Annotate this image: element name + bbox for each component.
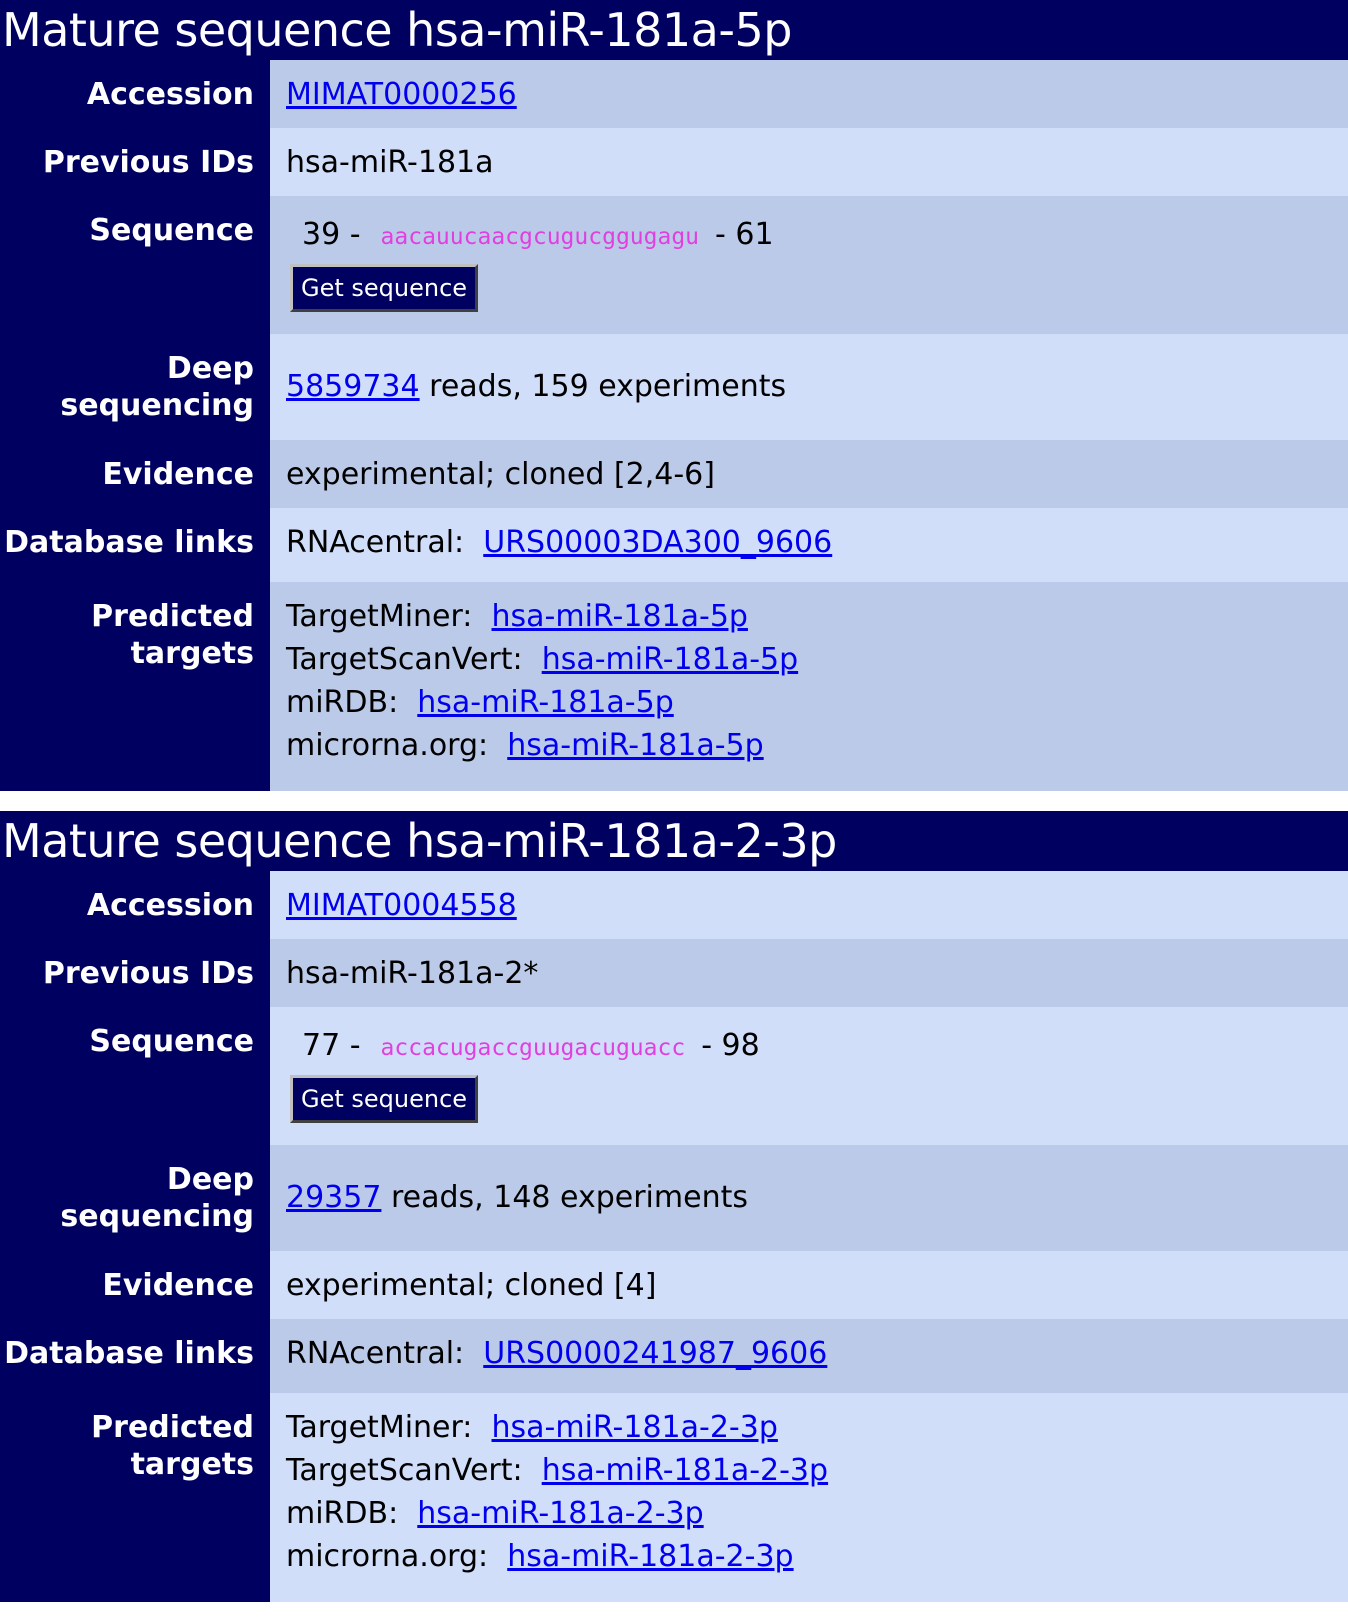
rnacentral-link[interactable]: URS00003DA300_9606 [483, 525, 832, 560]
mirdb-link[interactable]: hsa-miR-181a-5p [417, 685, 673, 720]
previous-ids-label: Previous IDs [0, 939, 270, 1007]
sequence-row: Sequence 39 - aacauucaacgcugucggugagu - 61… [0, 196, 1348, 334]
database-links-row: Database links RNAcentral: URS00003DA300… [0, 508, 1348, 582]
target-item: TargetScanVert: hsa-miR-181a-5p [286, 642, 799, 677]
accession-label: Accession [0, 60, 270, 128]
previous-ids-value: hsa-miR-181a-2* [270, 939, 1348, 1007]
evidence-row: Evidence experimental; cloned [2,4-6] [0, 440, 1348, 508]
mature-sequence-section-2: Mature sequence hsa-miR-181a-2-3p Access… [0, 811, 1348, 1602]
evidence-value: experimental; cloned [2,4-6] [270, 440, 1348, 508]
microrna-org-link[interactable]: hsa-miR-181a-2-3p [507, 1539, 793, 1574]
sequence-text: accacugaccguugacuguacc [380, 1035, 686, 1061]
deep-sequencing-reads-link[interactable]: 29357 [286, 1180, 381, 1215]
sequence-text: aacauucaacgcugucggugagu [380, 224, 700, 250]
targetminer-link[interactable]: hsa-miR-181a-2-3p [492, 1410, 778, 1445]
previous-ids-row: Previous IDs hsa-miR-181a-2* [0, 939, 1348, 1007]
target-item: miRDB: hsa-miR-181a-2-3p [286, 1496, 704, 1531]
rnacentral-label: RNAcentral: [286, 1336, 465, 1371]
sequence-end: - 98 [701, 1028, 760, 1063]
sequence-start: 39 - [302, 217, 361, 252]
sequence-row: Sequence 77 - accacugaccguugacuguacc - 98 … [0, 1007, 1348, 1145]
target-item: TargetMiner: hsa-miR-181a-2-3p [286, 1410, 778, 1445]
deep-sequencing-row: Deep sequencing 5859734 reads, 159 exper… [0, 334, 1348, 440]
accession-row: Accession MIMAT0004558 [0, 871, 1348, 939]
section-title: Mature sequence hsa-miR-181a-5p [0, 0, 1348, 60]
deep-sequencing-label: Deep sequencing [0, 334, 270, 440]
accession-link[interactable]: MIMAT0004558 [286, 888, 517, 923]
database-links-label: Database links [0, 508, 270, 582]
target-item: TargetMiner: hsa-miR-181a-5p [286, 599, 748, 634]
predicted-targets-label: Predicted targets [0, 1393, 270, 1602]
database-links-row: Database links RNAcentral: URS0000241987… [0, 1319, 1348, 1393]
targetscanvert-link[interactable]: hsa-miR-181a-2-3p [542, 1453, 828, 1488]
previous-ids-label: Previous IDs [0, 128, 270, 196]
get-sequence-button[interactable]: Get sequence [290, 1075, 479, 1123]
deep-sequencing-row: Deep sequencing 29357 reads, 148 experim… [0, 1145, 1348, 1251]
targetscanvert-link[interactable]: hsa-miR-181a-5p [542, 642, 798, 677]
evidence-row: Evidence experimental; cloned [4] [0, 1251, 1348, 1319]
target-item: microrna.org: hsa-miR-181a-2-3p [286, 1539, 794, 1574]
sequence-start: 77 - [302, 1028, 361, 1063]
database-links-label: Database links [0, 1319, 270, 1393]
accession-row: Accession MIMAT0000256 [0, 60, 1348, 128]
sequence-end: - 61 [715, 217, 774, 252]
evidence-label: Evidence [0, 1251, 270, 1319]
mature-sequence-section-1: Mature sequence hsa-miR-181a-5p Accessio… [0, 0, 1348, 791]
target-item: TargetScanVert: hsa-miR-181a-2-3p [286, 1453, 829, 1488]
accession-label: Accession [0, 871, 270, 939]
mirdb-link[interactable]: hsa-miR-181a-2-3p [417, 1496, 703, 1531]
predicted-targets-row: Predicted targets TargetMiner: hsa-miR-1… [0, 1393, 1348, 1602]
section-divider [0, 791, 1348, 811]
sequence-label: Sequence [0, 1007, 270, 1145]
sequence-label: Sequence [0, 196, 270, 334]
sequence-line: 77 - accacugaccguugacuguacc - 98 [286, 1027, 1332, 1067]
section-title: Mature sequence hsa-miR-181a-2-3p [0, 811, 1348, 871]
previous-ids-row: Previous IDs hsa-miR-181a [0, 128, 1348, 196]
target-item: miRDB: hsa-miR-181a-5p [286, 685, 674, 720]
evidence-value: experimental; cloned [4] [270, 1251, 1348, 1319]
accession-link[interactable]: MIMAT0000256 [286, 77, 517, 112]
predicted-targets-label: Predicted targets [0, 582, 270, 791]
deep-sequencing-reads-link[interactable]: 5859734 [286, 369, 420, 404]
get-sequence-button[interactable]: Get sequence [290, 264, 479, 312]
target-item: microrna.org: hsa-miR-181a-5p [286, 728, 764, 763]
predicted-targets-row: Predicted targets TargetMiner: hsa-miR-1… [0, 582, 1348, 791]
deep-sequencing-label: Deep sequencing [0, 1145, 270, 1251]
sequence-line: 39 - aacauucaacgcugucggugagu - 61 [286, 216, 1332, 256]
evidence-label: Evidence [0, 440, 270, 508]
deep-sequencing-text: reads, 148 experiments [381, 1180, 748, 1215]
targetminer-link[interactable]: hsa-miR-181a-5p [492, 599, 748, 634]
microrna-org-link[interactable]: hsa-miR-181a-5p [507, 728, 763, 763]
previous-ids-value: hsa-miR-181a [270, 128, 1348, 196]
rnacentral-link[interactable]: URS0000241987_9606 [483, 1336, 827, 1371]
deep-sequencing-text: reads, 159 experiments [419, 369, 787, 404]
rnacentral-label: RNAcentral: [286, 525, 465, 560]
